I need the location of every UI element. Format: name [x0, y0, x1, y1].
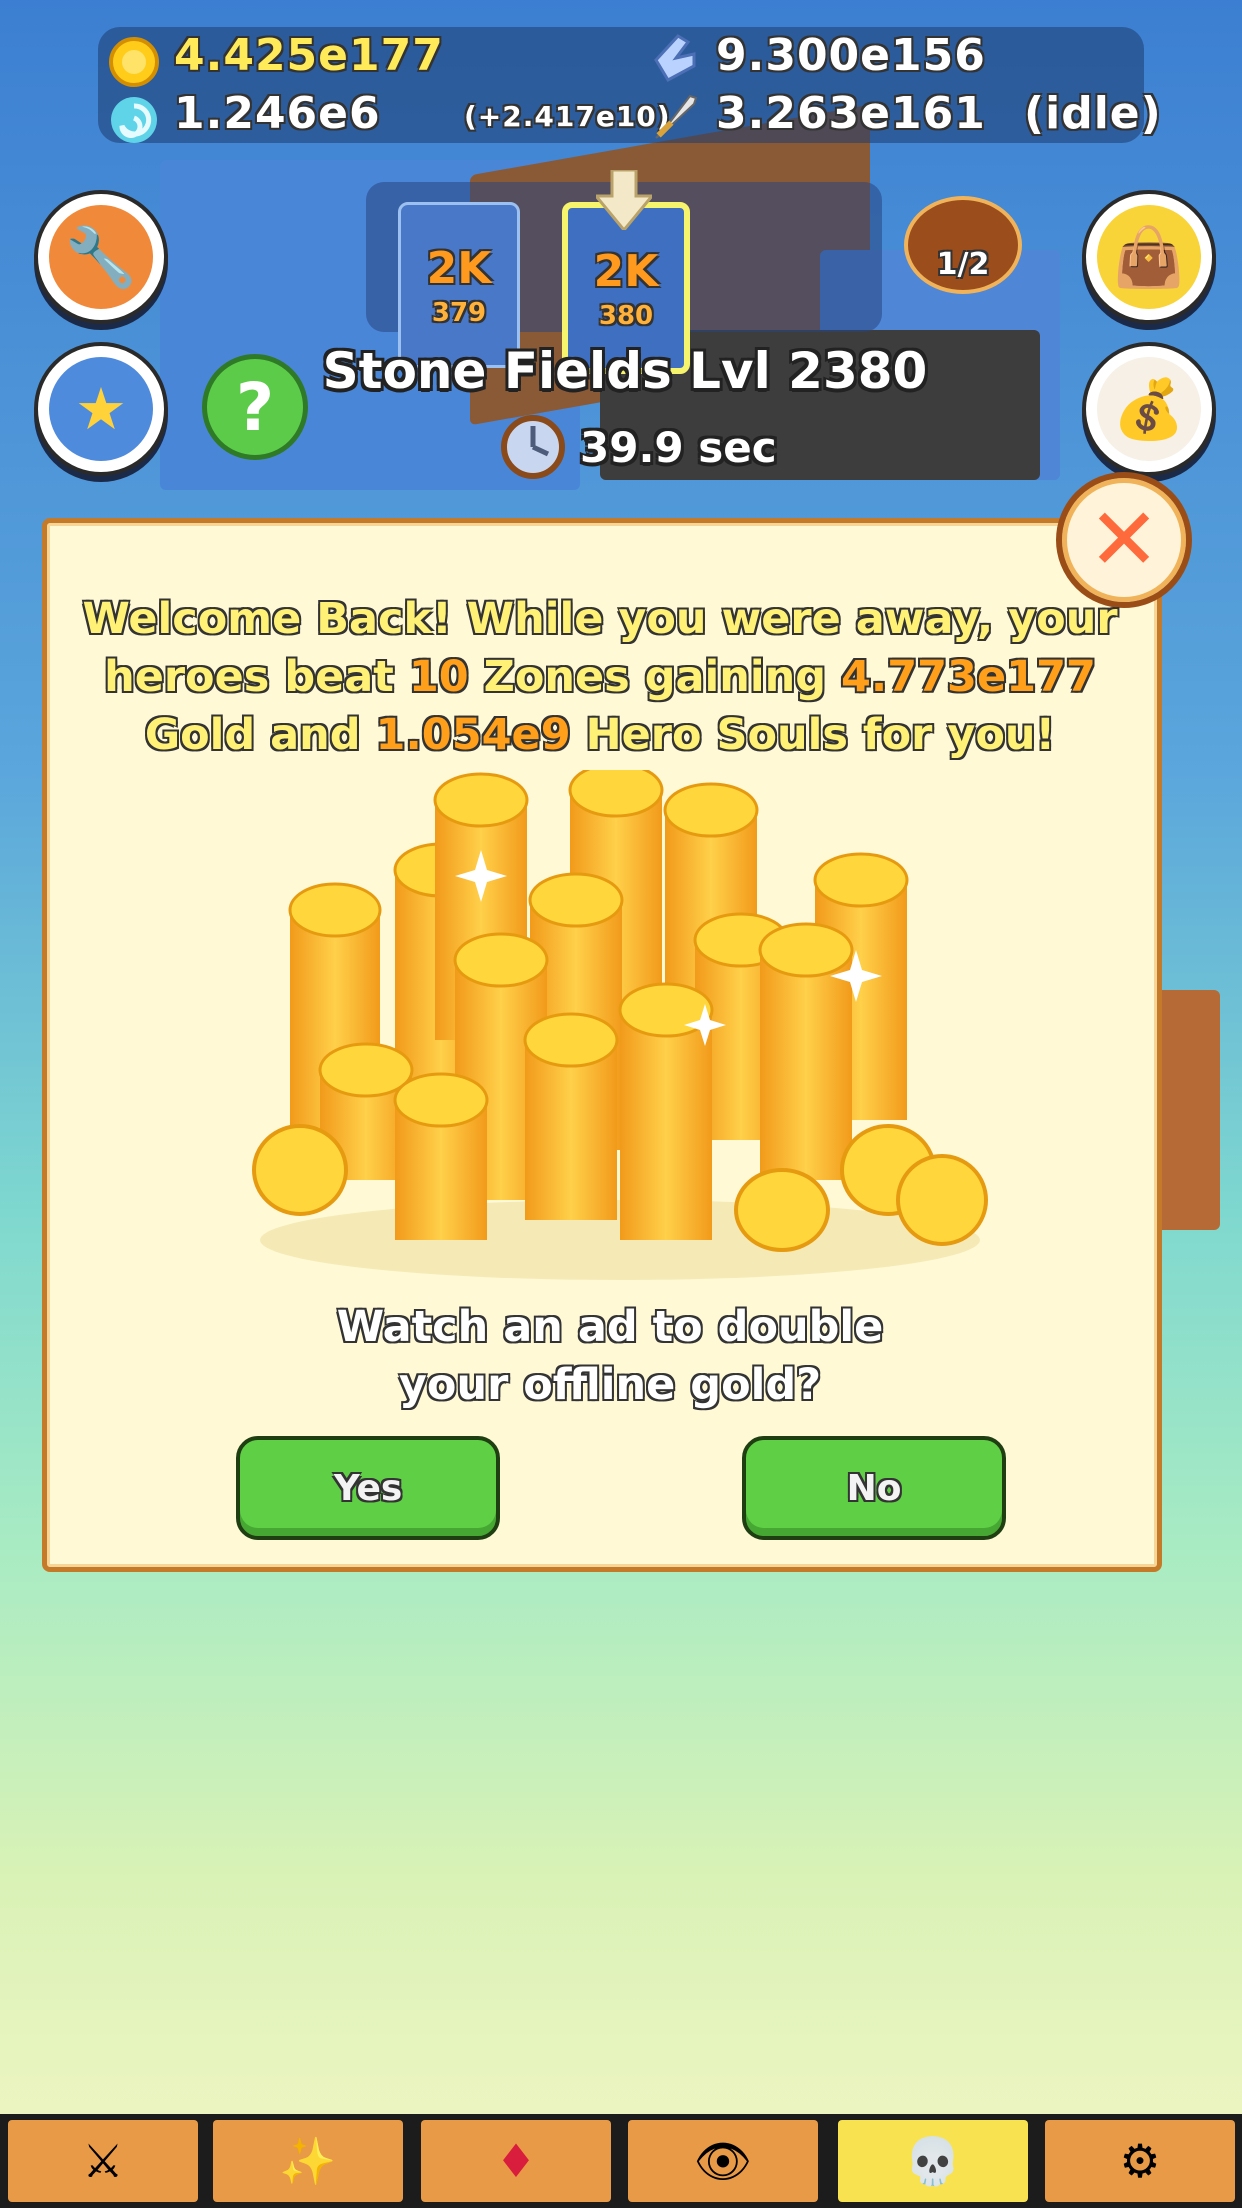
tab-shop[interactable]: ♦	[421, 2120, 611, 2202]
prompt-line: Watch an ad to double	[336, 1302, 884, 1352]
winged-bag-icon: 👜	[1097, 205, 1201, 309]
quest-counter[interactable]: 1/2	[904, 196, 1022, 294]
gear-eye-icon: ⚙	[1119, 2134, 1161, 2188]
no-button-label: No	[846, 1467, 902, 1509]
no-button[interactable]: No	[742, 1436, 1006, 1540]
close-icon: ✕	[1087, 490, 1161, 590]
achievements-button[interactable]: ★	[34, 342, 168, 476]
dialog-line: Welcome Back! While you were away, your	[82, 594, 1118, 644]
gold-coin-icon	[109, 37, 159, 87]
dialog-text-part: heroes beat	[104, 652, 409, 702]
gold-amount: 4.425e177	[174, 30, 444, 81]
tab-skills[interactable]: ✨	[213, 2120, 403, 2202]
double-gold-prompt: Watch an ad to double your offline gold?	[200, 1298, 1020, 1414]
hero-souls-amount: 1.246e6	[174, 88, 381, 139]
dialog-text-part: Zones gaining	[468, 652, 841, 702]
dialog-text-part: Gold and	[144, 710, 376, 760]
gold-pile-illustration	[252, 770, 988, 1280]
zone-title: Stone Fields Lvl 2380	[322, 342, 928, 400]
timer-value: 39.9 sec	[580, 422, 777, 472]
boss-timer: 39.9 sec	[500, 412, 777, 482]
tab-settings[interactable]: ⚙	[1045, 2120, 1235, 2202]
souls-gain-rate: (+2.417e10)	[464, 100, 671, 133]
dialog-line: heroes beat 10 Zones gaining 4.773e177	[80, 648, 1120, 706]
crossed-swords-icon: ⚔	[82, 2134, 124, 2188]
yes-button[interactable]: Yes	[236, 1436, 500, 1540]
wrench-icon: 🔧	[49, 205, 153, 309]
eye-pyramid-icon: 👁	[693, 2133, 753, 2188]
dialog-text-part: Hero Souls for you!	[570, 710, 1056, 760]
ruby-bag-button[interactable]: 💰	[1082, 342, 1216, 476]
idle-mode-label: (idle)	[1024, 88, 1162, 139]
magic-wand-icon: ✨	[279, 2133, 337, 2188]
zones-beaten: 10	[408, 652, 469, 702]
ruby-bag-icon: 💰	[1097, 357, 1201, 461]
dps-amount: 3.263e161	[716, 88, 986, 139]
ruby-icon: ♦	[495, 2134, 537, 2188]
current-zone-arrow-icon	[596, 170, 652, 230]
close-button[interactable]: ✕	[1056, 472, 1192, 608]
dialog-line: Gold and 1.054e9 Hero Souls for you!	[80, 706, 1120, 764]
tab-ancients[interactable]: 👁	[628, 2120, 818, 2202]
zone-label: 2K	[593, 245, 659, 297]
souls-gained: 1.054e9	[375, 710, 571, 760]
ascend-bag-button[interactable]: 👜	[1082, 190, 1216, 324]
tab-outsiders[interactable]: 💀	[838, 2120, 1028, 2202]
click-hand-icon	[654, 34, 696, 82]
quest-counter-label: 1/2	[936, 247, 990, 282]
zone-number: 380	[598, 300, 654, 331]
click-damage: 9.300e156	[716, 30, 986, 81]
dialog-message: Welcome Back! While you were away, your …	[80, 590, 1120, 764]
stars-icon: ★	[49, 357, 153, 461]
sword-icon	[655, 94, 698, 139]
prompt-line: your offline gold?	[398, 1360, 822, 1410]
timer-clock-icon	[501, 415, 565, 479]
tab-heroes[interactable]: ⚔	[8, 2120, 198, 2202]
settings-button[interactable]: 🔧	[34, 190, 168, 324]
zone-number: 379	[431, 297, 487, 328]
zone-label: 2K	[426, 242, 492, 294]
yes-button-label: Yes	[333, 1467, 403, 1509]
hero-soul-icon	[111, 97, 157, 143]
skull-icon: 💀	[904, 2133, 962, 2188]
gold-gained: 4.773e177	[840, 652, 1096, 702]
